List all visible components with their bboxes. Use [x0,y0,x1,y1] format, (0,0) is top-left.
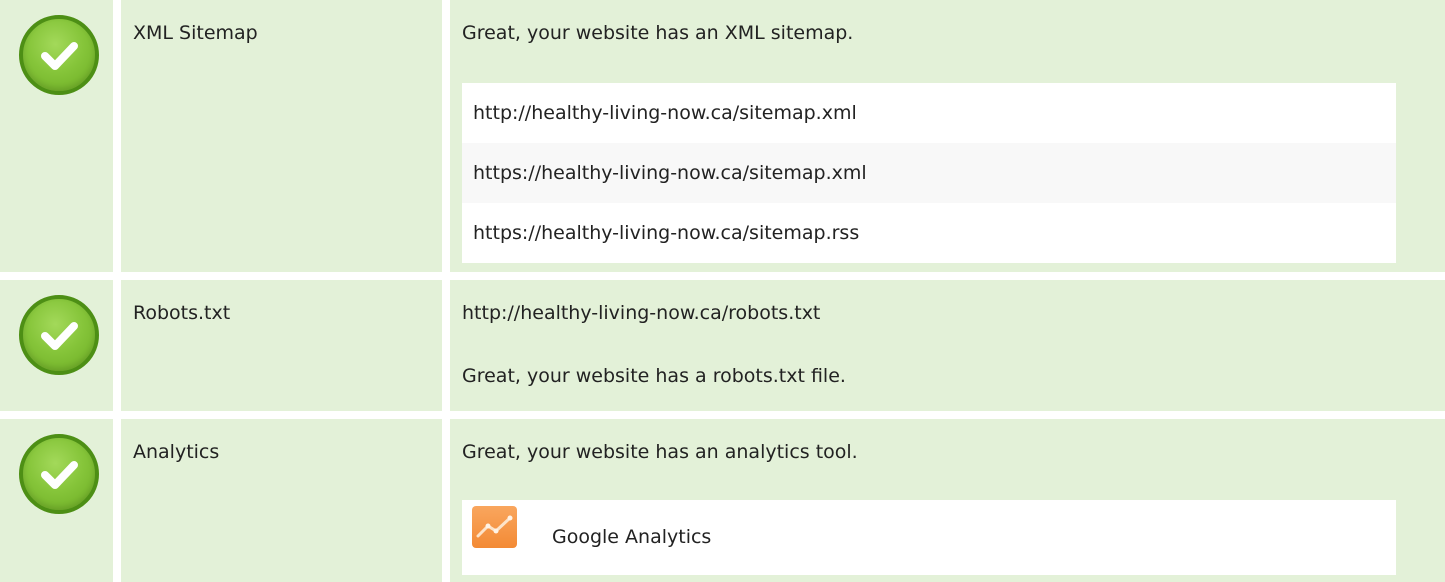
check-detail-cell: http://healthy-living-now.ca/robots.txt … [450,280,1445,411]
row-robots-txt: Robots.txt http://healthy-living-now.ca/… [0,280,1445,411]
check-name: Analytics [133,441,220,463]
sitemap-url[interactable]: https://healthy-living-now.ca/sitemap.rs… [462,203,1396,263]
check-message: Great, your website has an analytics too… [462,441,858,463]
check-circle-icon [19,295,99,375]
check-detail-cell: Great, your website has an XML sitemap. … [450,0,1445,272]
row-xml-sitemap: XML Sitemap Great, your website has an X… [0,0,1445,272]
status-cell [0,280,113,411]
check-circle-icon [19,434,99,514]
check-detail-cell: Great, your website has an analytics too… [450,419,1445,582]
analytics-tool-name: Google Analytics [552,526,712,548]
check-name-cell: Analytics [121,419,442,582]
check-message: Great, your website has an XML sitemap. [462,22,854,44]
check-message: Great, your website has a robots.txt fil… [462,365,846,387]
google-analytics-icon [472,506,517,548]
analytics-tool-item: Google Analytics [462,500,1396,575]
seo-checks-table: XML Sitemap Great, your website has an X… [0,0,1445,582]
check-name-cell: XML Sitemap [121,0,442,272]
check-name: XML Sitemap [133,22,258,44]
check-circle-icon [19,15,99,95]
check-name-cell: Robots.txt [121,280,442,411]
sitemap-url-list: http://healthy-living-now.ca/sitemap.xml… [462,83,1396,263]
check-name: Robots.txt [133,302,231,324]
sitemap-url[interactable]: http://healthy-living-now.ca/sitemap.xml [462,83,1396,143]
status-cell [0,0,113,272]
robots-url[interactable]: http://healthy-living-now.ca/robots.txt [462,302,820,324]
status-cell [0,419,113,582]
sitemap-url[interactable]: https://healthy-living-now.ca/sitemap.xm… [462,143,1396,203]
row-analytics: Analytics Great, your website has an ana… [0,419,1445,582]
